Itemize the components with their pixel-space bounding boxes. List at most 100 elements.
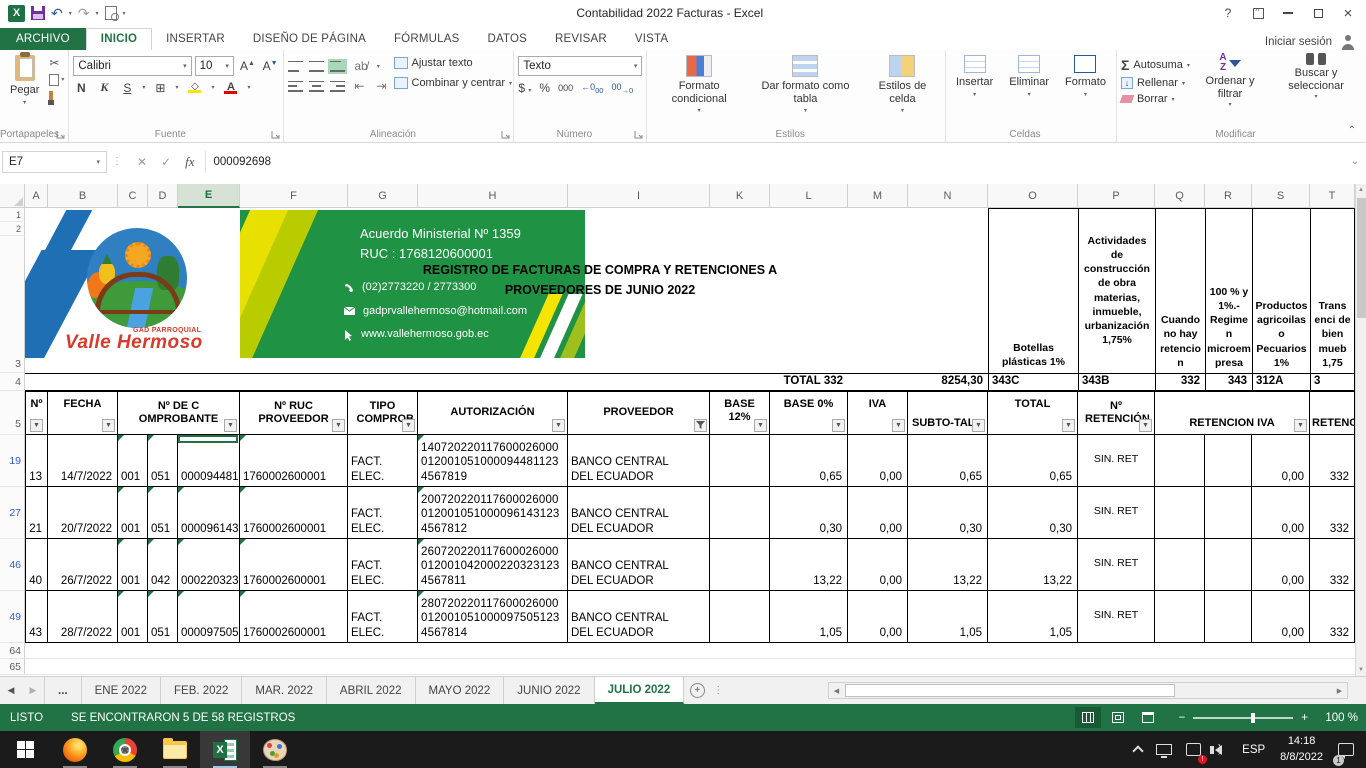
cell-tipo[interactable]: FACT. ELEC.	[348, 487, 418, 539]
tray-alert-icon[interactable]: !	[1179, 731, 1208, 768]
cell-empty[interactable]	[1155, 487, 1205, 539]
font-color-button[interactable]: A	[221, 82, 240, 94]
cell-base0[interactable]: 13,22	[770, 539, 848, 591]
col-header-g[interactable]: G	[348, 184, 418, 208]
tax-header-agricolas[interactable]: Productos agricoilas o Pecuarios 1%	[1252, 208, 1310, 373]
row-header-5[interactable]: 5	[0, 391, 25, 435]
increase-indent-icon[interactable]: ⇥	[373, 79, 389, 93]
tab-insertar[interactable]: INSERTAR	[152, 29, 239, 50]
tab-vista[interactable]: VISTA	[621, 29, 682, 50]
filter-tipo-icon[interactable]: ▼	[402, 419, 415, 432]
cell-no[interactable]: 40	[25, 539, 48, 591]
header-nretencion[interactable]: Nº RETENCIÓN▼	[1078, 391, 1155, 435]
cell-subtotal[interactable]: 0,65	[908, 435, 988, 487]
tax-header-botellas[interactable]: Botellas plásticas 1%	[988, 208, 1078, 373]
page-layout-view-button[interactable]	[1105, 707, 1131, 728]
filter-no-icon[interactable]: ▼	[30, 419, 43, 432]
sheet-tab-mar[interactable]: MAR. 2022	[242, 677, 327, 704]
cell-serie2[interactable]: 051	[148, 591, 178, 643]
normal-view-button[interactable]	[1075, 707, 1101, 728]
col-header-f[interactable]: F	[240, 184, 348, 208]
col-header-c[interactable]: C	[118, 184, 148, 208]
decrease-decimal-icon[interactable]: 00→0	[611, 82, 633, 95]
cell-ruc[interactable]: 1760002600001	[240, 591, 348, 643]
cell-subtotal[interactable]: 0,30	[908, 487, 988, 539]
taskbar-chrome[interactable]	[100, 731, 150, 768]
formula-input[interactable]: 000092698	[206, 151, 1346, 173]
filter-ruc-icon[interactable]: ▼	[332, 419, 345, 432]
sheet-tab-julio-active[interactable]: JULIO 2022	[595, 677, 685, 704]
cell-serie1[interactable]: 001	[118, 591, 148, 643]
cancel-entry-icon[interactable]: ✕	[137, 155, 147, 169]
italic-button[interactable]: K	[96, 80, 112, 95]
insert-cells-button[interactable]: Insertar▾	[950, 53, 999, 126]
filter-fecha-icon[interactable]: ▼	[102, 419, 115, 432]
empty-row-65[interactable]	[25, 659, 1355, 675]
cell-no[interactable]: 13	[25, 435, 48, 487]
tab-inicio[interactable]: INICIO	[86, 28, 152, 50]
cell-base0[interactable]: 0,30	[770, 487, 848, 539]
filter-comprobante-icon[interactable]: ▼	[224, 419, 237, 432]
select-all-corner[interactable]	[0, 184, 25, 208]
vertical-scroll-thumb[interactable]	[1357, 198, 1366, 318]
tray-clock[interactable]: 14:188/8/2022	[1272, 731, 1331, 768]
sheet-tab-ene[interactable]: ENE 2022	[82, 677, 161, 704]
number-format-select[interactable]: Texto▾	[518, 56, 642, 76]
cell-retencion-iva[interactable]: 0,00	[1252, 435, 1310, 487]
col-header-p[interactable]: P	[1078, 184, 1155, 208]
cell-total[interactable]: 1,05	[988, 591, 1078, 643]
cell-retencion[interactable]: SIN. RET	[1078, 487, 1155, 539]
header-base12[interactable]: BASE 12%▼	[710, 391, 770, 435]
cell-base12[interactable]	[710, 539, 770, 591]
cell-comprobante[interactable]: 000220323	[178, 539, 240, 591]
tray-language[interactable]: ESP	[1235, 731, 1272, 768]
taskbar-explorer[interactable]	[150, 731, 200, 768]
cell-comprobante-active[interactable]: 000094481	[178, 435, 240, 487]
cell-proveedor[interactable]: BANCO CENTRAL DEL ECUADOR	[568, 591, 710, 643]
tax-header-microempresa[interactable]: 100 % y 1%.- Regimen microempresa	[1205, 208, 1252, 373]
scroll-up-icon[interactable]: ▲	[1358, 187, 1364, 193]
sheet-tab-abril[interactable]: ABRIL 2022	[327, 677, 416, 704]
cell-fecha[interactable]: 20/7/2022	[48, 487, 118, 539]
conditional-formatting-button[interactable]: Formato condicional▾	[651, 53, 747, 126]
row-header-27[interactable]: 27	[0, 487, 25, 539]
tray-volume-icon[interactable]	[1208, 731, 1235, 768]
filter-base0-icon[interactable]: ▼	[832, 419, 845, 432]
align-middle-icon[interactable]	[309, 61, 324, 72]
tray-show-hidden-icons[interactable]	[1127, 731, 1149, 768]
collapse-ribbon-icon[interactable]: ⌃	[1348, 125, 1356, 136]
sheet-nav-next-icon[interactable]: ▶	[22, 677, 44, 704]
row-header-64[interactable]: 64	[0, 643, 25, 659]
cell-cod332[interactable]: 332	[1310, 591, 1355, 643]
header-fecha[interactable]: FECHA▼	[48, 391, 118, 435]
page-break-view-button[interactable]	[1135, 707, 1161, 728]
filter-retencion-iva-icon[interactable]: ▼	[1294, 419, 1307, 432]
cell-serie1[interactable]: 001	[118, 539, 148, 591]
header-subtotal[interactable]: SUBTO-TAL▼	[908, 391, 988, 435]
tab-revisar[interactable]: REVISAR	[541, 29, 621, 50]
cell-fecha[interactable]: 26/7/2022	[48, 539, 118, 591]
underline-button[interactable]: S	[119, 81, 135, 95]
add-sheet-button[interactable]: +	[684, 677, 710, 704]
zoom-percentage[interactable]: 100 %	[1312, 712, 1358, 724]
vertical-scrollbar[interactable]: ▲ ▼	[1355, 184, 1366, 676]
save-icon[interactable]	[31, 6, 45, 20]
row-header-65[interactable]: 65	[0, 659, 25, 675]
header-tipo[interactable]: TIPO COMPROB▼	[348, 391, 418, 435]
cell-base0[interactable]: 1,05	[770, 591, 848, 643]
col-header-n[interactable]: N	[908, 184, 988, 208]
fill-color-button[interactable]: ◇	[185, 82, 204, 93]
format-cells-button[interactable]: Formato▾	[1059, 53, 1112, 126]
col-header-k[interactable]: K	[710, 184, 770, 208]
font-name-select[interactable]: Calibri▾	[73, 56, 191, 76]
comma-format-button[interactable]: 000	[558, 83, 573, 93]
cell-base0[interactable]: 0,65	[770, 435, 848, 487]
excel-app-icon[interactable]: X	[8, 5, 25, 22]
col-header-l[interactable]: L	[770, 184, 848, 208]
find-select-button[interactable]: Buscar y seleccionar▾	[1270, 53, 1362, 126]
taskbar-paint[interactable]	[250, 731, 300, 768]
cell-empty[interactable]	[1205, 539, 1252, 591]
cell-autorizacion[interactable]: 2807202201176000260000120010510000975051…	[418, 591, 568, 643]
cell-tipo[interactable]: FACT. ELEC.	[348, 539, 418, 591]
borders-button[interactable]: ⊞	[152, 81, 168, 95]
